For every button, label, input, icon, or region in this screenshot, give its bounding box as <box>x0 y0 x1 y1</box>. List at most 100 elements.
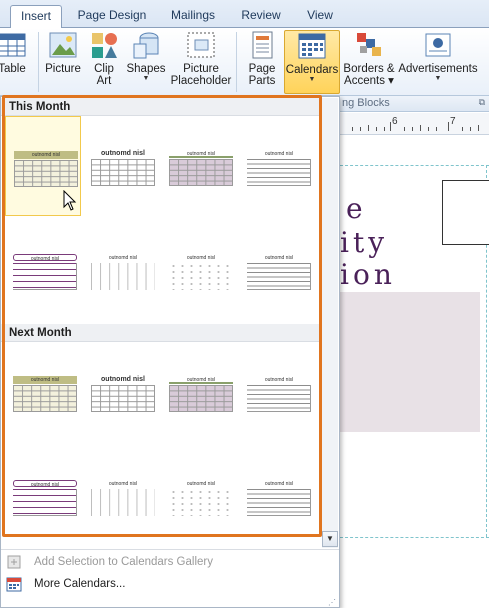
ruler-tick <box>462 127 463 131</box>
document-shape[interactable] <box>340 292 480 432</box>
tab-insert[interactable]: Insert <box>10 5 62 29</box>
calendar-thumbnail[interactable]: outnomd nisl <box>5 342 81 442</box>
tab-mailings[interactable]: Mailings <box>164 5 222 28</box>
picture-placeholder-label-1: Picture <box>183 63 219 75</box>
margin-guide <box>340 165 489 166</box>
borders-accents-icon <box>357 33 381 56</box>
calendar-thumbnail[interactable]: outnomd nisl <box>5 448 81 548</box>
picture-icon <box>49 32 77 58</box>
ruler-tick <box>428 127 429 131</box>
dialog-launcher-icon[interactable]: ⧉ <box>479 97 485 108</box>
dropdown-arrow-icon: ▼ <box>434 75 442 82</box>
add-to-gallery-icon <box>7 555 21 569</box>
advertisements-button[interactable]: Advertisements ▼ <box>398 30 478 94</box>
calendar-thumbnail[interactable]: outnomd nisl <box>161 116 237 216</box>
calendar-thumbnail[interactable]: outnomd nisl <box>83 448 159 548</box>
calendar-preview: outnomd nisl <box>13 376 77 412</box>
borders-accents-button[interactable]: Borders & Accents ▾ <box>342 30 396 94</box>
clip-art-label-2: Art <box>96 75 112 87</box>
calendar-thumbnail[interactable]: outnomd nisl <box>239 116 315 216</box>
dropdown-arrow-icon: ▼ <box>308 76 316 83</box>
calendar-preview: outnomd nisl <box>91 150 155 186</box>
menu-separator <box>1 549 339 550</box>
document-text-line: e <box>346 192 367 225</box>
shapes-icon <box>133 32 159 59</box>
calendar-preview-title: outnomd nisl <box>13 376 77 384</box>
picture-label: Picture <box>45 63 81 75</box>
picture-button[interactable]: Picture <box>42 30 84 94</box>
picture-placeholder-icon <box>187 32 215 58</box>
ruler-tick <box>470 127 471 131</box>
calendar-thumbnail[interactable]: outnomd nisl <box>161 222 237 322</box>
calendar-preview: outnomd nisl <box>91 376 155 412</box>
ruler-tick <box>384 127 385 131</box>
ruler-tick <box>352 127 353 131</box>
calendar-thumbnail[interactable]: outnomd nisl <box>239 222 315 322</box>
calendar-preview: outnomd nisl <box>169 376 233 412</box>
calendar-thumbnail[interactable]: outnomd nisl <box>5 222 81 322</box>
gallery-scrollbar[interactable] <box>322 98 338 548</box>
calendar-preview: outnomd nisl <box>247 254 311 290</box>
ruler-tick <box>376 127 377 131</box>
document-text-line: ity <box>340 226 389 259</box>
calendars-label: Calendars <box>285 64 339 76</box>
ruler-tick <box>420 125 421 131</box>
picture-placeholder-button[interactable]: Picture Placeholder <box>170 30 232 94</box>
calendar-thumbnail[interactable]: outnomd nisl <box>83 116 159 216</box>
separator <box>236 32 237 92</box>
table-button[interactable]: Table <box>0 30 28 94</box>
calendar-thumbnail[interactable]: outnomd nisl <box>83 342 159 442</box>
calendar-preview-title: outnomd nisl <box>264 481 294 487</box>
section-header-this-month: This Month <box>1 98 321 116</box>
calendar-preview-title: outnomd nisl <box>101 376 145 383</box>
page-parts-label-1: Page <box>248 63 276 75</box>
gallery-scroll-down-button[interactable]: ▼ <box>322 531 338 547</box>
advertisements-label: Advertisements <box>398 63 478 75</box>
add-selection-label: Add Selection to Calendars Gallery <box>34 556 213 568</box>
calendar-thumbnail[interactable]: outnomd nisl <box>161 448 237 548</box>
calendar-preview-title: outnomd nisl <box>186 255 216 261</box>
calendar-preview: outnomd nisl <box>13 254 77 290</box>
calendar-preview-title: outnomd nisl <box>13 254 77 262</box>
more-calendars-menu-item[interactable]: More Calendars... <box>0 573 338 595</box>
resize-grip-icon[interactable]: ⋰ <box>328 598 336 607</box>
clip-art-button[interactable]: Clip Art <box>88 30 120 94</box>
calendar-icon <box>6 577 22 592</box>
dropdown-arrow-icon: ▼ <box>142 75 150 82</box>
shapes-button[interactable]: Shapes ▼ <box>124 30 168 94</box>
calendar-preview-title: outnomd nisl <box>264 151 294 157</box>
document-text-line: ion <box>340 258 396 291</box>
calendar-preview-title: outnomd nisl <box>108 255 138 261</box>
ribbon: Table Picture Clip Art Shapes ▼ Picture <box>0 28 489 96</box>
ruler-tick <box>390 122 391 131</box>
horizontal-ruler[interactable]: 6 7 <box>340 113 489 135</box>
margin-guide <box>340 537 489 538</box>
calendar-thumbnail[interactable]: outnomd nisl <box>239 448 315 548</box>
document-text-box[interactable] <box>442 180 489 245</box>
calendar-preview-title: outnomd nisl <box>264 255 294 261</box>
tab-review[interactable]: Review <box>236 5 286 28</box>
calendar-thumbnail[interactable]: outnomd nisl <box>239 342 315 442</box>
calendar-preview-title: outnomd nisl <box>14 151 78 159</box>
calendar-thumbnail[interactable]: outnomd nisl <box>161 342 237 442</box>
page-parts-button[interactable]: Page Parts <box>242 30 282 94</box>
calendar-preview: outnomd nisl <box>247 480 311 516</box>
section-header-next-month: Next Month <box>1 324 321 342</box>
add-selection-menu-item[interactable]: Add Selection to Calendars Gallery <box>0 551 338 573</box>
calendar-preview: outnomd nisl <box>91 480 155 516</box>
tab-page-design[interactable]: Page Design <box>72 5 152 28</box>
page-parts-icon <box>252 31 273 59</box>
ruler-tick <box>448 122 449 131</box>
ruler-tick <box>436 127 437 131</box>
calendar-preview-title: outnomd nisl <box>186 481 216 487</box>
calendar-preview-title: outnomd nisl <box>108 481 138 487</box>
table-icon <box>0 33 26 57</box>
tab-view[interactable]: View <box>298 5 342 28</box>
calendars-button[interactable]: Calendars ▼ <box>284 30 340 94</box>
calendar-preview-title: outnomd nisl <box>169 376 233 384</box>
ruler-tick <box>478 125 479 131</box>
calendar-preview-title: outnomd nisl <box>169 150 233 158</box>
page-parts-label-2: Parts <box>248 75 276 87</box>
calendar-thumbnail[interactable]: outnomd nisl <box>83 222 159 322</box>
calendar-preview: outnomd nisl <box>169 480 233 516</box>
